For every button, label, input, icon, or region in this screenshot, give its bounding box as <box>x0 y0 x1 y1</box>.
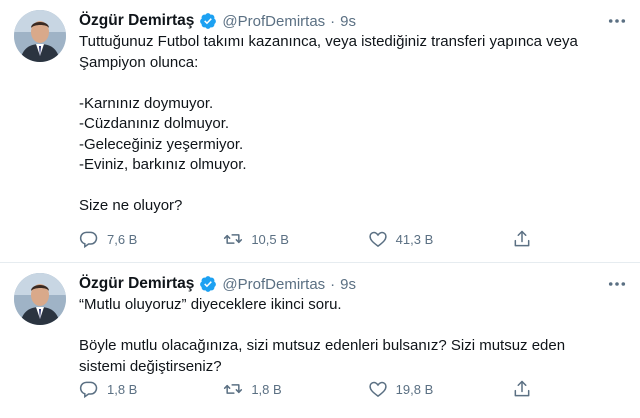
avatar[interactable] <box>14 10 66 62</box>
like-button[interactable]: 41,3 B <box>368 229 488 249</box>
tweet-text-line: -Eviniz, barkınız olmuyor. <box>79 156 247 173</box>
more-icon[interactable] <box>602 273 626 295</box>
tweet-text-line: Böyle mutlu olacağınıza, sizi mutsuz ede… <box>79 337 566 354</box>
tweet-text-line: Şampiyon olunca: <box>79 53 199 71</box>
tweet-header: Özgür Demirtaş @ProfDemirtas · 9s <box>79 273 626 295</box>
reply-button[interactable]: 1,8 B <box>79 379 199 399</box>
tweet[interactable]: Özgür Demirtaş @ProfDemirtas · 9s Tuttuğ… <box>0 0 640 263</box>
reply-icon <box>79 231 98 249</box>
like-button[interactable]: 19,8 B <box>368 379 488 399</box>
separator: · <box>330 275 336 293</box>
more-icon[interactable] <box>602 10 626 32</box>
like-count: 41,3 B <box>395 231 434 247</box>
reply-count: 7,6 B <box>107 231 138 247</box>
author-name[interactable]: Özgür Demirtaş <box>79 12 194 30</box>
tweet-text-line: -Karnınız doymuyor. <box>79 94 214 112</box>
reply-button[interactable]: 7,6 B <box>79 229 199 249</box>
timestamp[interactable]: 9s <box>340 13 356 30</box>
tweet-text: Tuttuğunuz Futbol takımı kazanınca, veya… <box>79 32 626 217</box>
tweet-text: “Mutlu oluyoruz” diyeceklere ikinci soru… <box>79 295 626 377</box>
tweet-text-line: -Geleceğiniz yeşermiyor. <box>79 135 244 153</box>
retweet-count: 10,5 B <box>251 231 289 247</box>
verified-badge-icon <box>200 276 217 292</box>
reply-count: 1,8 B <box>107 381 138 397</box>
separator: · <box>330 12 336 30</box>
share-button[interactable] <box>512 379 532 399</box>
avatar[interactable] <box>14 273 66 325</box>
verified-badge-icon <box>200 13 217 29</box>
tweet-text-line: Size ne oluyor? <box>79 197 183 214</box>
tweet-text-line: “Mutlu oluyoruz” diyeceklere ikinci soru… <box>79 296 342 313</box>
action-bar: 7,6 B 10,5 B 41,3 B <box>79 229 532 249</box>
tweet-text-line: Tuttuğunuz Futbol takımı kazanınca, veya… <box>79 33 578 50</box>
tweet-text-line: sistemi değiştirseniz? <box>79 357 222 375</box>
tweet-text-line: -Cüzdanınız dolmuyor. <box>79 115 230 132</box>
reply-icon <box>79 381 98 399</box>
share-button[interactable] <box>512 229 532 249</box>
retweet-button[interactable]: 10,5 B <box>223 229 343 249</box>
like-count: 19,8 B <box>395 381 434 397</box>
author-name[interactable]: Özgür Demirtaş <box>79 275 194 293</box>
timestamp[interactable]: 9s <box>340 276 356 293</box>
action-bar: 1,8 B 1,8 B 19,8 B <box>79 379 532 399</box>
author-handle[interactable]: @ProfDemirtas <box>222 13 325 30</box>
share-icon <box>514 380 530 397</box>
retweet-icon <box>224 384 243 394</box>
like-icon <box>368 381 387 398</box>
retweet-count: 1,8 B <box>251 381 282 397</box>
author-handle[interactable]: @ProfDemirtas <box>222 276 325 293</box>
tweet-header: Özgür Demirtaş @ProfDemirtas · 9s <box>79 10 626 32</box>
retweet-button[interactable]: 1,8 B <box>223 379 343 399</box>
like-icon <box>368 231 387 248</box>
tweet[interactable]: Özgür Demirtaş @ProfDemirtas · 9s “Mutlu… <box>0 263 640 418</box>
retweet-icon <box>224 234 243 244</box>
share-icon <box>514 230 530 247</box>
